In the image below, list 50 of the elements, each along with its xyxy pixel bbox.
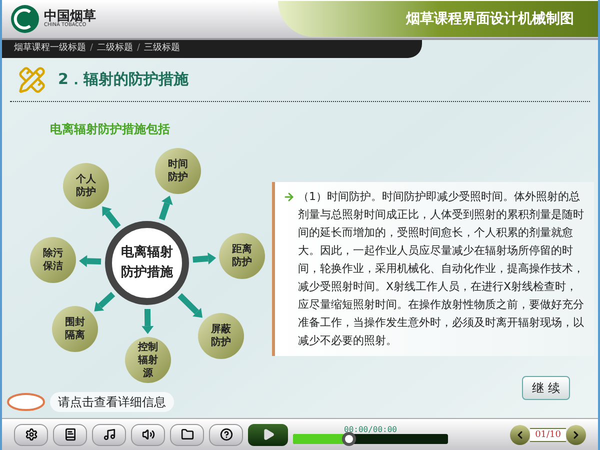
speaker-icon	[142, 428, 154, 441]
diagram-node[interactable]: 控制辐射源	[125, 337, 171, 383]
diagram-node[interactable]: 除污保洁	[30, 237, 76, 283]
previous-button[interactable]	[510, 424, 530, 444]
logo-icon	[10, 4, 40, 34]
next-button[interactable]	[566, 424, 586, 444]
diagram-title: 电离辐射防护措施包括	[50, 121, 171, 138]
play-button[interactable]	[248, 424, 288, 446]
settings-button[interactable]	[14, 424, 48, 446]
hint-text: 请点击查看详细信息	[50, 392, 174, 412]
arrow	[78, 255, 102, 268]
diagram-node[interactable]: 个人防护	[63, 163, 109, 209]
arrow	[142, 308, 154, 334]
help-button[interactable]	[209, 424, 243, 446]
arrow	[158, 196, 173, 220]
course-title: 烟草课程界面设计机械制图	[406, 10, 574, 28]
arrow-right-icon	[283, 191, 295, 203]
breadcrumb-item[interactable]: 二级标题	[97, 42, 134, 56]
gear-icon	[24, 428, 38, 441]
arrow	[102, 206, 121, 229]
center-node: 电离辐射防护措施	[105, 221, 189, 305]
page-indicator: 01/10	[530, 428, 566, 442]
folder-button[interactable]	[170, 424, 204, 446]
music-button[interactable]	[92, 424, 126, 446]
continue-button[interactable]: 继 续	[522, 376, 570, 400]
play-icon	[262, 428, 274, 441]
separator: /	[90, 42, 94, 56]
diagram-node[interactable]: 围封隔离	[52, 306, 98, 352]
folder-icon	[180, 428, 194, 441]
separator: /	[137, 42, 140, 56]
time-label: 00:00/00:00	[344, 425, 397, 434]
arrow	[178, 293, 202, 318]
music-note-icon	[102, 428, 116, 441]
question-mark-icon	[220, 428, 232, 441]
diagram-node[interactable]: 屏蔽防护	[198, 313, 244, 359]
notebook-icon	[64, 428, 76, 441]
pencil-ruler-icon	[18, 66, 46, 94]
progress-thumb[interactable]	[342, 432, 356, 446]
arrow	[94, 292, 116, 312]
section-title: 2．辐射的防护措施	[58, 69, 188, 90]
diagram-node[interactable]: 距离防护	[219, 233, 265, 279]
arrow	[192, 252, 216, 264]
progress-track[interactable]	[293, 434, 448, 444]
logo-text: 中国烟草	[44, 10, 96, 23]
notes-button[interactable]	[53, 424, 87, 446]
breadcrumb-item[interactable]: 烟草课程一级标题	[14, 42, 86, 56]
diagram-node[interactable]: 时间防护	[155, 148, 201, 194]
breadcrumb-item[interactable]: 三级标题	[144, 42, 180, 56]
detail-text: （1）时间防护。时间防护即减少受照时间。体外照射的总剂量与总照射时间成正比，人体受到照射的累积剂量是随时间的延长而增加的，受照时间愈长，个人积累的剂量就愈大。因此，一起作业人员应尽量减少在辐射场所停留的时间，轮换作业，采用机械化、自动化作业，提高操作技术，减少受照射时间。X射线工作人员，在进行X射线检查时，应尽量缩短照射时间。在操作放射性物质之前，要做好充分准备工作，当操作发生意外时，必须及时离开辐射现场，以减少不必要的照射。	[298, 189, 585, 349]
volume-button[interactable]	[131, 424, 165, 446]
